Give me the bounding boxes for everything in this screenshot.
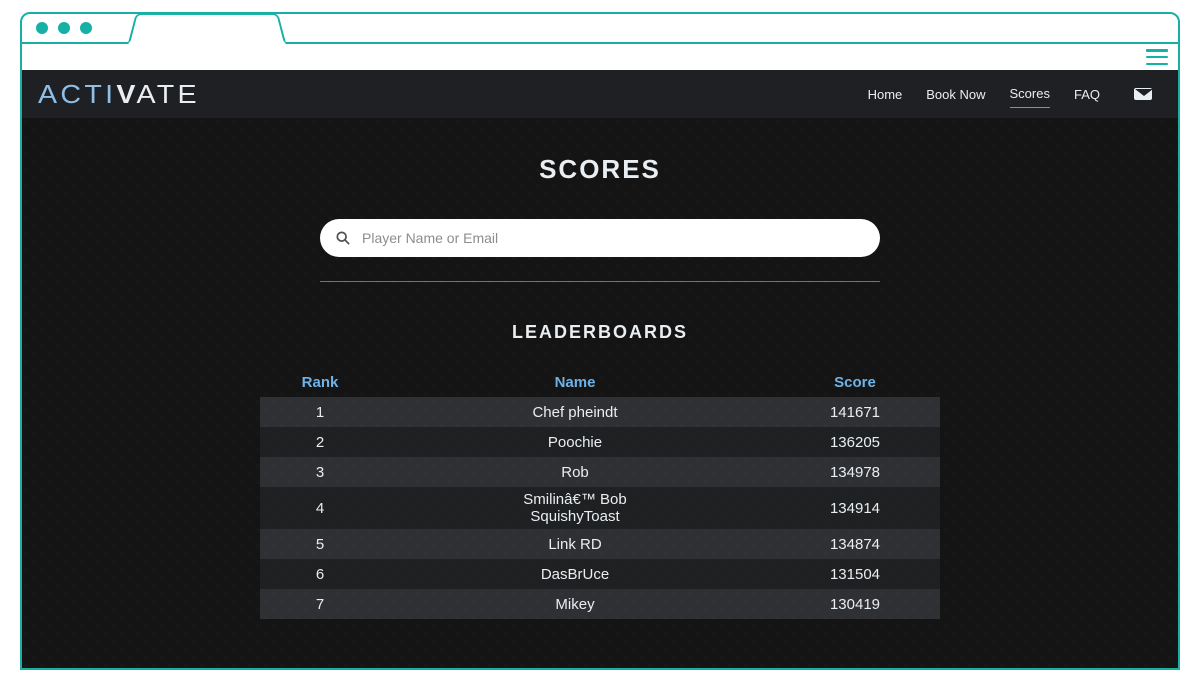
search-icon: [336, 231, 350, 245]
nav-home[interactable]: Home: [868, 81, 903, 108]
logo-text-2: ATE: [137, 79, 200, 109]
logo-text-1: ACTI: [38, 79, 116, 109]
cell-name: Mikey: [380, 596, 770, 613]
col-rank: Rank: [260, 374, 380, 391]
cell-rank: 5: [260, 536, 380, 553]
hamburger-menu-icon[interactable]: [1146, 49, 1168, 65]
cell-name: Chef pheindt: [380, 404, 770, 421]
cell-rank: 2: [260, 434, 380, 451]
search-input[interactable]: [320, 219, 880, 257]
window-controls: [36, 22, 92, 34]
cell-score: 134914: [770, 500, 940, 517]
page-title: SCORES: [22, 154, 1178, 185]
cell-name: DasBrUce: [380, 566, 770, 583]
cell-rank: 3: [260, 464, 380, 481]
cell-score: 131504: [770, 566, 940, 583]
table-row: 7 Mikey 130419: [260, 589, 940, 619]
window-close-dot[interactable]: [36, 22, 48, 34]
mail-icon[interactable]: [1134, 88, 1152, 100]
table-row: 5 Link RD 134874: [260, 529, 940, 559]
window-zoom-dot[interactable]: [80, 22, 92, 34]
table-row: 1 Chef pheindt 141671: [260, 397, 940, 427]
cell-name: Link RD: [380, 536, 770, 553]
cell-name: Poochie: [380, 434, 770, 451]
site-logo[interactable]: ACTIVATE: [38, 79, 200, 110]
cell-score: 136205: [770, 434, 940, 451]
browser-window: ACTIVATE Home Book Now Scores FAQ SCORES…: [20, 12, 1180, 670]
cell-rank: 6: [260, 566, 380, 583]
cell-score: 141671: [770, 404, 940, 421]
cell-score: 130419: [770, 596, 940, 613]
search-wrapper: [320, 219, 880, 257]
cell-rank: 7: [260, 596, 380, 613]
nav-book-now[interactable]: Book Now: [926, 81, 985, 108]
browser-toolbar: [22, 44, 1178, 70]
cell-name: Smilinâ€™ Bob SquishyToast: [380, 491, 770, 525]
nav-faq[interactable]: FAQ: [1074, 81, 1100, 108]
primary-nav: Home Book Now Scores FAQ: [868, 80, 1152, 108]
cell-rank: 4: [260, 500, 380, 517]
browser-tab[interactable]: [128, 13, 287, 44]
cell-score: 134978: [770, 464, 940, 481]
section-divider: [320, 281, 880, 282]
browser-tabbar: [22, 14, 1178, 44]
site-header: ACTIVATE Home Book Now Scores FAQ: [22, 70, 1178, 118]
page-viewport: ACTIVATE Home Book Now Scores FAQ SCORES…: [22, 70, 1178, 668]
leaderboard-table: Rank Name Score 1 Chef pheindt 141671 2 …: [260, 367, 940, 619]
cell-name: Rob: [380, 464, 770, 481]
table-row: 4 Smilinâ€™ Bob SquishyToast 134914: [260, 487, 940, 529]
table-row: 6 DasBrUce 131504: [260, 559, 940, 589]
leaderboards-title: LEADERBOARDS: [22, 322, 1178, 343]
col-name: Name: [380, 374, 770, 391]
col-score: Score: [770, 374, 940, 391]
page-content: SCORES LEADERBOARDS Rank Name Score 1 Ch…: [22, 118, 1178, 619]
window-minimize-dot[interactable]: [58, 22, 70, 34]
cell-score: 134874: [770, 536, 940, 553]
table-header-row: Rank Name Score: [260, 367, 940, 397]
table-row: 2 Poochie 136205: [260, 427, 940, 457]
table-row: 3 Rob 134978: [260, 457, 940, 487]
logo-text-v: V: [116, 79, 136, 109]
cell-rank: 1: [260, 404, 380, 421]
nav-scores[interactable]: Scores: [1010, 80, 1050, 108]
